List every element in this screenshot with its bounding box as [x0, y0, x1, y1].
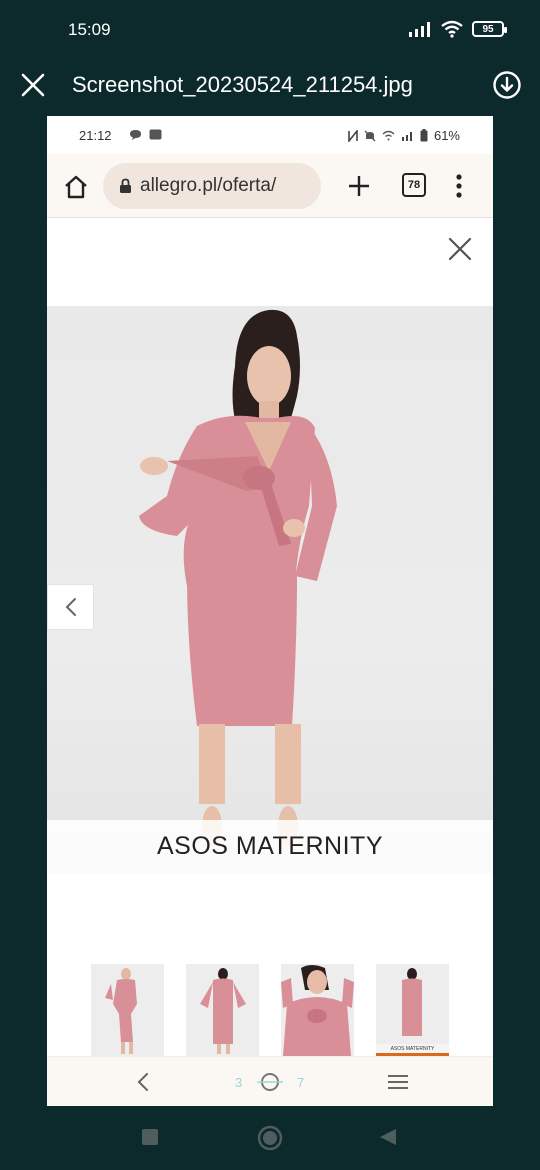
total-pages-number: 7	[297, 1075, 305, 1090]
inner-status-icons: 61%	[348, 128, 460, 143]
gallery-close-icon[interactable]	[447, 236, 473, 262]
viewer-header: Screenshot_20230524_211254.jpg	[0, 62, 540, 108]
brand-caption: ASOS MATERNITY	[156, 832, 383, 860]
thumbnail-2[interactable]	[186, 964, 259, 1056]
thumbnail-4-illustration	[376, 968, 449, 1056]
thumbnail-1-illustration	[105, 968, 137, 1054]
nfc-icon	[348, 129, 358, 142]
thumbnail-3-illustration	[281, 965, 354, 1056]
address-bar[interactable]: allegro.pl/oferta/	[103, 163, 321, 209]
recents-square-icon[interactable]	[141, 1128, 159, 1146]
system-navigation-bar	[0, 1106, 540, 1170]
inner-clock: 21:12	[79, 128, 112, 143]
close-icon[interactable]	[18, 70, 48, 100]
current-page-number: 3	[235, 1075, 243, 1090]
battery-icon: 95	[472, 21, 507, 37]
download-icon[interactable]	[492, 70, 522, 100]
mute-icon	[364, 130, 376, 141]
inner-battery-icon	[420, 129, 428, 142]
thumbnail-4-caption: ASOS MATERNITY	[390, 1046, 435, 1052]
signal-icon	[409, 22, 430, 37]
thumbnail-1[interactable]	[91, 964, 164, 1056]
inner-battery-percent: 61%	[433, 128, 460, 143]
chat-icon	[130, 130, 141, 140]
os-status-icons: 95	[408, 20, 507, 38]
battery-level: 95	[482, 23, 494, 35]
inner-signal-icon	[401, 132, 412, 141]
lock-icon	[120, 178, 131, 193]
home-circle-icon[interactable]	[256, 1124, 284, 1152]
wifi-off-icon	[382, 130, 395, 141]
gallery-home-circle-icon[interactable]	[257, 1071, 283, 1093]
back-arrow-icon[interactable]	[133, 1071, 153, 1093]
chevron-left-icon	[65, 598, 76, 616]
thumbnail-4[interactable]: ASOS MATERNITY	[376, 964, 449, 1056]
url-text: allegro.pl/oferta/	[140, 175, 277, 196]
thumbnail-strip: ASOS MATERNITY	[91, 964, 451, 1056]
home-icon[interactable]	[63, 174, 89, 200]
new-tab-plus-icon[interactable]	[347, 174, 371, 198]
more-vert-icon[interactable]	[451, 172, 467, 200]
file-title: Screenshot_20230524_211254.jpg	[72, 72, 413, 97]
back-triangle-icon[interactable]	[378, 1127, 398, 1147]
tab-switcher-button[interactable]: 78	[402, 173, 426, 197]
browser-toolbar: allegro.pl/oferta/ 78	[47, 154, 493, 218]
gallery-bottom-nav: 3 7	[47, 1056, 493, 1106]
model-figure-illustration	[139, 309, 337, 846]
tab-count: 78	[407, 179, 421, 191]
previous-image-button[interactable]	[47, 584, 94, 630]
thumbnail-2-illustration	[200, 968, 246, 1054]
screenshot-content: 21:12 61% allegro.pl/oferta/ 78 ASOS MAT…	[47, 116, 493, 1106]
thumbnail-3[interactable]	[281, 964, 354, 1056]
os-clock: 15:09	[68, 20, 111, 39]
inner-status-bar: 21:12 61%	[47, 116, 493, 154]
notification-badge-icon	[149, 129, 162, 140]
product-main-image[interactable]: ASOS MATERNITY	[47, 306, 493, 874]
hamburger-menu-icon[interactable]	[387, 1071, 409, 1093]
wifi-icon	[441, 20, 463, 38]
os-status-bar: 15:09 95	[0, 0, 540, 62]
